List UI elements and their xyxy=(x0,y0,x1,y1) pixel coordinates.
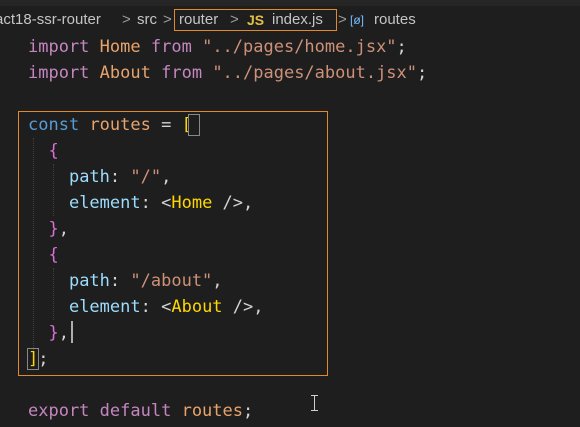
keyword: default xyxy=(99,401,172,421)
comma: , xyxy=(161,167,172,187)
bracket-match-highlight xyxy=(27,348,39,370)
keyword: import xyxy=(28,37,90,57)
code-line-15[interactable]: export default routes; xyxy=(28,398,253,424)
keyword: from xyxy=(150,37,192,57)
close-brace: } xyxy=(48,323,59,343)
comma: , xyxy=(243,193,254,213)
open-brace: { xyxy=(48,245,59,265)
colon: : xyxy=(140,297,151,317)
jsx-tag: Home xyxy=(171,193,213,213)
identifier: routes xyxy=(89,115,151,135)
open-brace: { xyxy=(48,141,59,161)
keyword: export xyxy=(28,401,90,421)
jsx-close: /> xyxy=(222,297,254,317)
code-line-8[interactable]: }, xyxy=(28,216,69,242)
operator: = xyxy=(161,115,172,135)
code-editor[interactable]: import Home from "../pages/home.jsx"; im… xyxy=(0,0,580,427)
colon: : xyxy=(109,167,121,187)
code-line-6[interactable]: path: "/", xyxy=(28,164,171,190)
keyword: from xyxy=(161,63,203,83)
code-line-11[interactable]: element: <About />, xyxy=(28,294,264,320)
comma: , xyxy=(58,323,69,343)
code-line-12[interactable]: }, xyxy=(28,320,69,346)
code-line-2[interactable]: import About from "../pages/about.jsx"; xyxy=(28,60,427,86)
string-literal: "/" xyxy=(130,167,162,187)
semicolon: ; xyxy=(243,401,254,421)
colon: : xyxy=(109,271,121,291)
close-brace: } xyxy=(48,219,59,239)
bracket-match-highlight xyxy=(188,114,200,136)
code-line-1[interactable]: import Home from "../pages/home.jsx"; xyxy=(28,34,407,60)
jsx-tag: About xyxy=(171,297,223,317)
property-key: element xyxy=(68,193,141,213)
code-line-5[interactable]: { xyxy=(28,138,59,164)
code-line-4[interactable]: const routes = [ xyxy=(28,112,192,138)
identifier: About xyxy=(99,63,151,83)
semicolon: ; xyxy=(38,349,49,369)
colon: : xyxy=(140,193,151,213)
keyword: import xyxy=(28,63,90,83)
semicolon: ; xyxy=(417,63,428,83)
property-key: path xyxy=(68,167,110,187)
string-literal: "../pages/home.jsx" xyxy=(202,37,397,57)
comma: , xyxy=(58,219,69,239)
property-key: path xyxy=(68,271,110,291)
code-line-9[interactable]: { xyxy=(28,242,59,268)
text-cursor xyxy=(71,321,73,343)
keyword: const xyxy=(28,115,80,135)
jsx-close: /> xyxy=(212,193,244,213)
identifier: Home xyxy=(99,37,141,57)
property-key: element xyxy=(68,297,141,317)
comma: , xyxy=(253,297,264,317)
code-line-7[interactable]: element: <Home />, xyxy=(28,190,253,216)
string-literal: "../pages/about.jsx" xyxy=(212,63,418,83)
identifier: routes xyxy=(181,401,243,421)
ibeam-cursor-icon xyxy=(311,395,318,411)
comma: , xyxy=(212,271,223,291)
jsx-open: < xyxy=(161,193,172,213)
code-line-10[interactable]: path: "/about", xyxy=(28,268,223,294)
string-literal: "/about" xyxy=(130,271,213,291)
jsx-open: < xyxy=(161,297,172,317)
semicolon: ; xyxy=(396,37,407,57)
